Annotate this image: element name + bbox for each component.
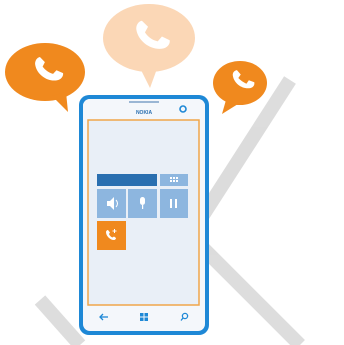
end-call-tile[interactable] — [97, 174, 157, 186]
add-call-tile[interactable] — [97, 221, 126, 250]
call-bubble-middle — [103, 4, 195, 88]
phone — [79, 95, 209, 335]
hold-tile[interactable] — [160, 189, 188, 218]
illustration: NOKIA — [5, 4, 305, 345]
earpiece — [129, 101, 159, 103]
brand-logo: NOKIA — [136, 110, 153, 116]
call-bubble-right — [213, 61, 267, 114]
call-bubble-left — [5, 43, 85, 112]
